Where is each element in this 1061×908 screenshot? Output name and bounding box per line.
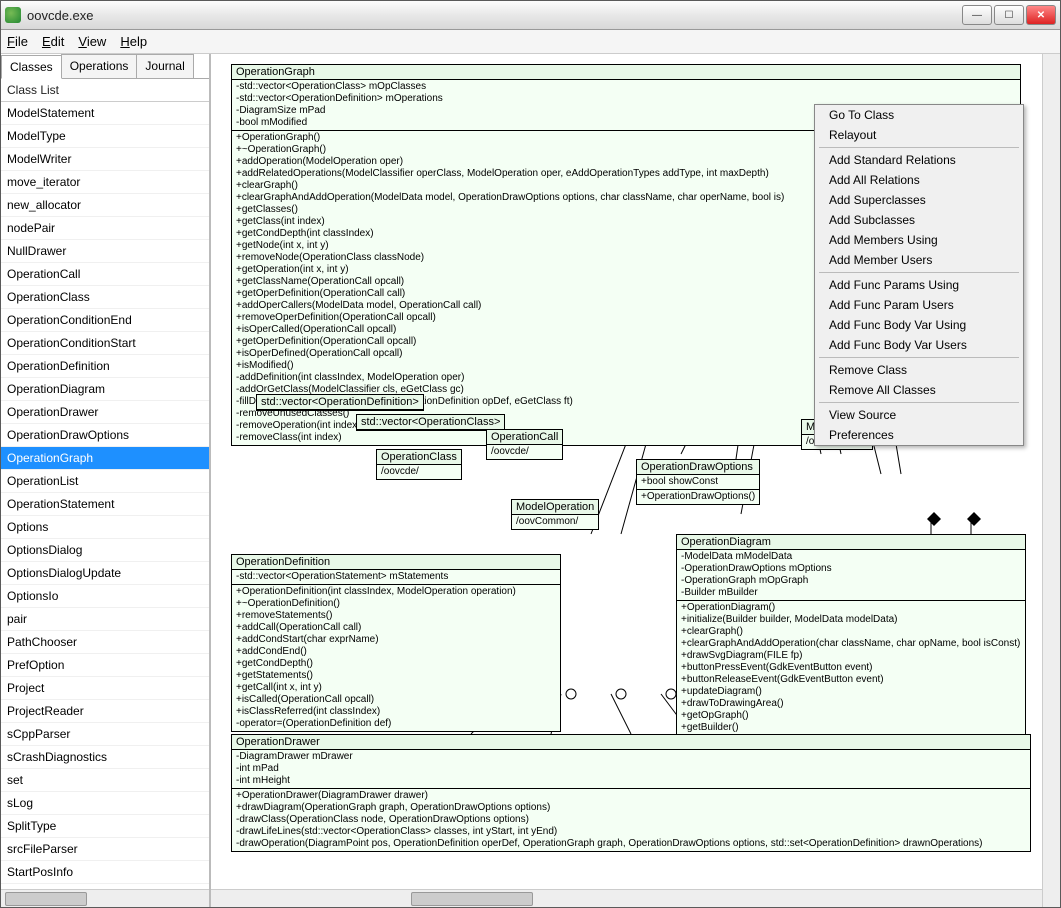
list-item[interactable]: OperationDefinition xyxy=(1,355,209,378)
app-icon xyxy=(5,7,21,23)
list-item[interactable]: PathChooser xyxy=(1,631,209,654)
minimize-button[interactable]: — xyxy=(962,5,992,25)
list-item[interactable]: OptionsDialog xyxy=(1,539,209,562)
list-item[interactable]: Options xyxy=(1,516,209,539)
list-item[interactable]: PrefOption xyxy=(1,654,209,677)
uml-operation-diagram[interactable]: OperationDiagram -ModelData mModelData-O… xyxy=(676,534,1026,760)
list-item[interactable]: NullDrawer xyxy=(1,240,209,263)
uml-vector-opclass[interactable]: std::vector<OperationClass> xyxy=(356,414,505,431)
canvas-hscroll[interactable] xyxy=(211,889,1042,907)
list-item[interactable]: pair xyxy=(1,608,209,631)
list-item[interactable]: OperationClass xyxy=(1,286,209,309)
list-item[interactable]: ModelStatement xyxy=(1,102,209,125)
window-title: oovcde.exe xyxy=(27,8,962,23)
uml-model-operation[interactable]: ModelOperation /oovCommon/ xyxy=(511,499,599,530)
uml-operation-class[interactable]: OperationClass /oovcde/ xyxy=(376,449,462,480)
list-item[interactable]: OperationDiagram xyxy=(1,378,209,401)
menu-item[interactable]: Add Func Param Users xyxy=(815,295,1023,315)
uml-operation-definition[interactable]: OperationDefinition -std::vector<Operati… xyxy=(231,554,561,732)
list-item[interactable]: move_iterator xyxy=(1,171,209,194)
list-item[interactable]: ModelType xyxy=(1,125,209,148)
list-item[interactable]: nodePair xyxy=(1,217,209,240)
list-item[interactable]: OperationGraph xyxy=(1,447,209,470)
list-item[interactable]: SplitType xyxy=(1,815,209,838)
menu-item[interactable]: Preferences xyxy=(815,425,1023,445)
menu-item[interactable]: Add Superclasses xyxy=(815,190,1023,210)
list-item[interactable]: srcFileParser xyxy=(1,838,209,861)
sidebar: Classes Operations Journal Class List Mo… xyxy=(1,54,211,907)
list-item[interactable]: sCppParser xyxy=(1,723,209,746)
list-item[interactable]: ModelWriter xyxy=(1,148,209,171)
menu-item[interactable]: Add All Relations xyxy=(815,170,1023,190)
list-item[interactable]: OperationStatement xyxy=(1,493,209,516)
list-item[interactable]: new_allocator xyxy=(1,194,209,217)
list-item[interactable]: ProjectReader xyxy=(1,700,209,723)
menu-item[interactable]: Go To Class xyxy=(815,105,1023,125)
menu-item[interactable]: Add Subclasses xyxy=(815,210,1023,230)
class-list[interactable]: ModelStatementModelTypeModelWritermove_i… xyxy=(1,102,209,889)
menu-item[interactable]: Add Standard Relations xyxy=(815,150,1023,170)
sidebar-hscroll[interactable] xyxy=(1,889,209,907)
list-item[interactable]: OperationConditionStart xyxy=(1,332,209,355)
menu-item[interactable]: Add Func Params Using xyxy=(815,275,1023,295)
list-item[interactable]: OptionsIo xyxy=(1,585,209,608)
menu-item[interactable]: Relayout xyxy=(815,125,1023,145)
uml-vector-opdef[interactable]: std::vector<OperationDefinition> xyxy=(256,394,424,411)
canvas-vscroll[interactable] xyxy=(1042,54,1060,907)
uml-operation-drawer[interactable]: OperationDrawer -DiagramDrawer mDrawer-i… xyxy=(231,734,1031,852)
menu-item[interactable]: Remove All Classes xyxy=(815,380,1023,400)
uml-draw-options[interactable]: OperationDrawOptions +bool showConst +Op… xyxy=(636,459,760,505)
menu-view[interactable]: View xyxy=(78,34,106,49)
tab-operations[interactable]: Operations xyxy=(61,54,138,78)
context-menu[interactable]: Go To ClassRelayout Add Standard Relation… xyxy=(814,104,1024,446)
menu-item[interactable]: Add Member Users xyxy=(815,250,1023,270)
menu-item[interactable]: Add Members Using xyxy=(815,230,1023,250)
menu-item[interactable]: Add Func Body Var Users xyxy=(815,335,1023,355)
list-item[interactable]: sCrashDiagnostics xyxy=(1,746,209,769)
list-item[interactable]: OperationDrawOptions xyxy=(1,424,209,447)
maximize-button[interactable]: ☐ xyxy=(994,5,1024,25)
list-item[interactable]: OperationList xyxy=(1,470,209,493)
menu-item[interactable]: Remove Class xyxy=(815,360,1023,380)
app-window: oovcde.exe — ☐ ✕ File Edit View Help Cla… xyxy=(0,0,1061,908)
diagram-area: OperationGraph -std::vector<OperationCla… xyxy=(211,54,1042,907)
tab-classes[interactable]: Classes xyxy=(1,55,62,79)
list-item[interactable]: OptionsDialogUpdate xyxy=(1,562,209,585)
list-item[interactable]: Project xyxy=(1,677,209,700)
list-item[interactable]: OperationConditionEnd xyxy=(1,309,209,332)
list-item[interactable]: OperationCall xyxy=(1,263,209,286)
menu-edit[interactable]: Edit xyxy=(42,34,64,49)
list-item[interactable]: OperationDrawer xyxy=(1,401,209,424)
class-list-header: Class List xyxy=(1,79,209,102)
titlebar: oovcde.exe — ☐ ✕ xyxy=(1,1,1060,30)
close-button[interactable]: ✕ xyxy=(1026,5,1056,25)
menu-file[interactable]: File xyxy=(7,34,28,49)
list-item[interactable]: sLog xyxy=(1,792,209,815)
list-item[interactable]: StartPosInfo xyxy=(1,861,209,884)
menubar: File Edit View Help xyxy=(1,30,1060,54)
uml-operation-call[interactable]: OperationCall /oovcde/ xyxy=(486,429,563,460)
tab-journal[interactable]: Journal xyxy=(136,54,193,78)
menu-help[interactable]: Help xyxy=(120,34,147,49)
list-item[interactable]: set xyxy=(1,769,209,792)
menu-item[interactable]: View Source xyxy=(815,405,1023,425)
menu-item[interactable]: Add Func Body Var Using xyxy=(815,315,1023,335)
